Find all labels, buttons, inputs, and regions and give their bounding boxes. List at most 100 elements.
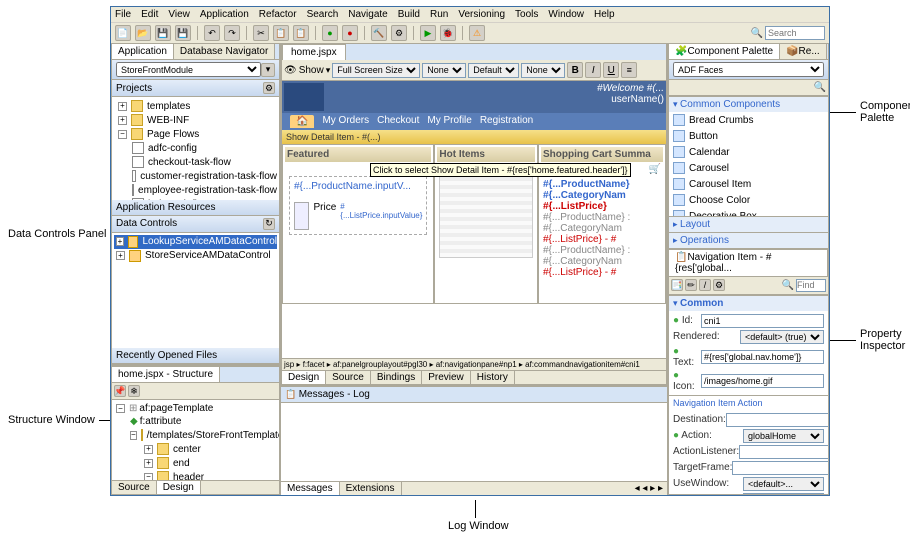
projects-tree[interactable]: +templates +WEB-INF −Page Flows adfc-con…: [112, 97, 279, 200]
tab-struct-source[interactable]: Source: [112, 481, 157, 494]
nav-myorders[interactable]: My Orders: [322, 115, 369, 128]
debug-icon[interactable]: ●: [342, 25, 358, 41]
palette-list[interactable]: Bread Crumbs Button Calendar Carousel Ca…: [669, 112, 828, 216]
featured-element[interactable]: #{...ProductName.inputV...: [294, 181, 422, 192]
prop-icon-input[interactable]: [701, 374, 824, 388]
bold-icon[interactable]: B: [567, 62, 583, 78]
prop-rendered-select[interactable]: <default> (true): [740, 330, 824, 344]
menu-edit[interactable]: Edit: [141, 9, 158, 20]
menu-build[interactable]: Build: [398, 9, 420, 20]
nav-myprofile[interactable]: My Profile: [427, 115, 471, 128]
menu-help[interactable]: Help: [594, 9, 615, 20]
style1-select[interactable]: None: [422, 63, 466, 78]
menu-versioning[interactable]: Versioning: [458, 9, 505, 20]
align-icon[interactable]: ≡: [621, 62, 637, 78]
app-menu-icon[interactable]: ▾: [261, 63, 275, 77]
structure-tree[interactable]: −⊞ af:pageTemplate ◆ f:attribute −/templ…: [112, 400, 279, 480]
show-icon[interactable]: 👁: [284, 65, 297, 76]
editor-canvas[interactable]: #Welcome #(... userName() 🏠 My Orders Ch…: [282, 81, 666, 358]
dc-refresh-icon[interactable]: ↻: [263, 218, 275, 230]
tab-struct-design[interactable]: Design: [157, 481, 201, 494]
open-icon[interactable]: 📂: [135, 25, 151, 41]
saveall-icon[interactable]: 💾: [175, 25, 191, 41]
palette-category-combo[interactable]: ADF Faces: [673, 62, 824, 77]
freeze-icon[interactable]: ❄: [128, 385, 140, 397]
tab-bindings[interactable]: Bindings: [371, 371, 422, 384]
make-icon[interactable]: ⚙: [391, 25, 407, 41]
menu-application[interactable]: Application: [200, 9, 249, 20]
prop-search-input[interactable]: [796, 279, 826, 292]
prop-tb1-icon[interactable]: 📑: [671, 279, 683, 291]
nav-registration[interactable]: Registration: [480, 115, 533, 128]
search-input[interactable]: [765, 26, 825, 40]
prop-section-common[interactable]: ▾ Common: [669, 295, 828, 311]
prop-tb3-icon[interactable]: /: [699, 279, 711, 291]
log-nav-icons[interactable]: ◂ ◂ ▸ ▸: [631, 482, 667, 495]
prop-targetframe-input[interactable]: [732, 461, 829, 475]
underline-icon[interactable]: U: [603, 62, 619, 78]
palette-section-operations[interactable]: ▸ Operations: [669, 232, 828, 248]
prop-embedstyle-select[interactable]: <default>...: [743, 493, 824, 495]
pin-icon[interactable]: 📌: [114, 385, 126, 397]
projects-filter-icon[interactable]: ⚙: [263, 82, 275, 94]
tab-resources[interactable]: 📦Re...: [780, 44, 827, 59]
screensize-select[interactable]: Full Screen Size: [332, 63, 420, 78]
menu-view[interactable]: View: [168, 9, 190, 20]
prop-text-input[interactable]: [701, 350, 824, 364]
application-combo[interactable]: StoreFrontModule: [116, 62, 261, 77]
tab-database-navigator[interactable]: Database Navigator: [174, 44, 275, 59]
paste-icon[interactable]: 📋: [293, 25, 309, 41]
data-controls-tree[interactable]: +LookupServiceAMDataControl +StoreServic…: [112, 233, 279, 269]
menu-window[interactable]: Window: [548, 9, 584, 20]
style3-select[interactable]: None: [521, 63, 565, 78]
home-nav-icon[interactable]: 🏠: [290, 115, 314, 128]
run-icon[interactable]: ●: [322, 25, 338, 41]
tab-messages[interactable]: Messages: [281, 482, 340, 495]
tab-component-palette[interactable]: 🧩Component Palette: [669, 44, 780, 59]
tab-source[interactable]: Source: [326, 371, 371, 384]
app-resources-header[interactable]: Application Resources: [112, 200, 279, 216]
nav-checkout[interactable]: Checkout: [377, 115, 419, 128]
italic-icon[interactable]: I: [585, 62, 601, 78]
redo-icon[interactable]: ↷: [224, 25, 240, 41]
menu-search[interactable]: Search: [307, 9, 339, 20]
palette-section-layout[interactable]: ▸ Layout: [669, 216, 828, 232]
tab-extensions[interactable]: Extensions: [340, 482, 402, 495]
palette-search-icon[interactable]: 🔍: [814, 82, 826, 93]
recently-opened-header[interactable]: Recently Opened Files: [112, 348, 279, 364]
menu-file[interactable]: File: [115, 9, 131, 20]
bug-icon[interactable]: 🐞: [440, 25, 456, 41]
tab-application[interactable]: Application: [112, 44, 174, 59]
prop-tb2-icon[interactable]: ✏: [685, 279, 697, 291]
new-icon[interactable]: 📄: [115, 25, 131, 41]
tab-history[interactable]: History: [471, 371, 515, 384]
menu-refactor[interactable]: Refactor: [259, 9, 297, 20]
prop-tb4-icon[interactable]: ⚙: [713, 279, 725, 291]
build-icon[interactable]: 🔨: [371, 25, 387, 41]
style2-select[interactable]: Default: [468, 63, 519, 78]
show-detail-bar[interactable]: Show Detail Item - #(...): [282, 130, 666, 144]
tab-property-inspector[interactable]: 📋Navigation Item - #{res['global...: [669, 250, 828, 276]
prop-destination-input[interactable]: [726, 413, 829, 427]
save-icon[interactable]: 💾: [155, 25, 171, 41]
log-body[interactable]: [281, 403, 667, 481]
menu-navigate[interactable]: Navigate: [348, 9, 387, 20]
tab-design[interactable]: Design: [282, 371, 326, 384]
palette-section-common[interactable]: ▾ Common Components: [669, 96, 828, 112]
data-controls-header[interactable]: Data Controls ↻: [112, 216, 279, 233]
cut-icon[interactable]: ✂: [253, 25, 269, 41]
prop-actionlistener-input[interactable]: [739, 445, 829, 459]
copy-icon[interactable]: 📋: [273, 25, 289, 41]
prop-usewindow-select[interactable]: <default>...: [743, 477, 824, 491]
tab-structure[interactable]: home.jspx - Structure: [112, 367, 220, 382]
warning-icon[interactable]: ⚠: [469, 25, 485, 41]
undo-icon[interactable]: ↶: [204, 25, 220, 41]
prop-id-input[interactable]: [701, 314, 824, 328]
editor-tab-home[interactable]: home.jspx: [282, 44, 346, 60]
menu-run[interactable]: Run: [430, 9, 448, 20]
editor-breadcrumb[interactable]: jsp ▸ f:facet ▸ af:panelgrouplayout#pgl3…: [282, 358, 666, 370]
play-icon[interactable]: ▶: [420, 25, 436, 41]
menu-tools[interactable]: Tools: [515, 9, 538, 20]
tab-preview[interactable]: Preview: [422, 371, 471, 384]
prop-action-select[interactable]: globalHome: [743, 429, 824, 443]
